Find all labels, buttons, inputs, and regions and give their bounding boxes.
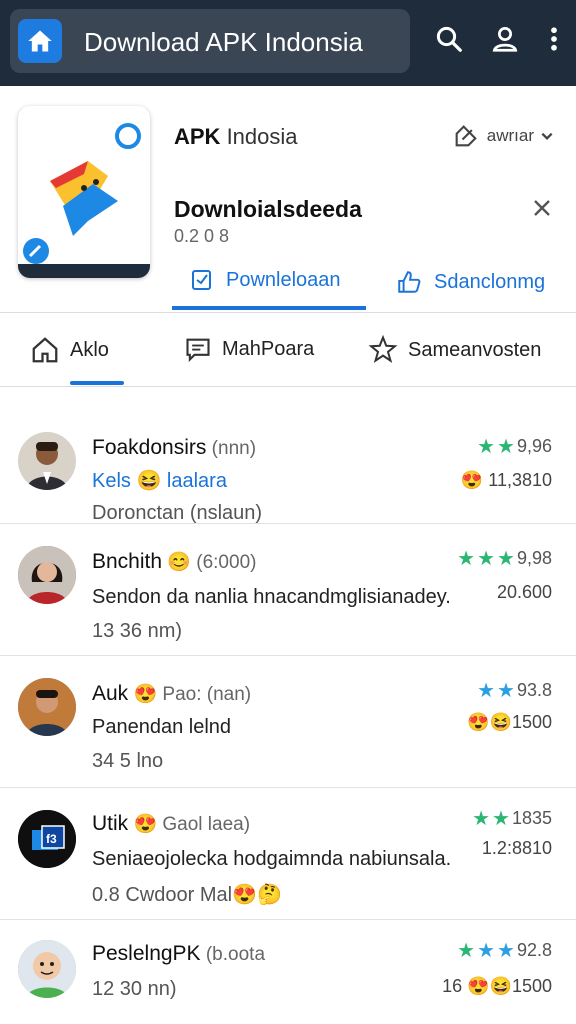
tab-standing[interactable]: Sdanclonmg xyxy=(396,254,545,310)
like-count: 😍😆1500 xyxy=(467,712,552,732)
more-vertical-icon[interactable] xyxy=(546,24,562,56)
tab-download-label: Pownleloaan xyxy=(226,268,341,291)
list-item[interactable]: PeslelngPK (b.oota 12 30 nn) ★ ★ ★ 92.8 16… xyxy=(0,920,576,1024)
star-icon: ★ xyxy=(497,548,515,570)
star-icon: ★ xyxy=(477,436,496,458)
tab-about-label: Aklo xyxy=(70,338,109,361)
star-icon: ★ xyxy=(472,808,491,830)
avatar[interactable] xyxy=(18,432,76,490)
avatar[interactable]: f3 xyxy=(18,810,76,868)
app-title: Download APK Indonsia xyxy=(84,27,363,57)
thumbs-up-icon xyxy=(398,271,421,293)
review-date: 34 5 lno xyxy=(92,750,164,772)
star-icon: ★ xyxy=(457,548,476,570)
review-date: 12 30 nn) xyxy=(92,978,177,1000)
rating-value: 9,96 xyxy=(516,436,552,456)
app-name: APK Indosia xyxy=(174,124,298,149)
checkbox-icon xyxy=(192,270,211,290)
app-card: APK Indosia awrıar Downloialsdeeda 0.2 0… xyxy=(0,86,576,312)
tab-main-page[interactable]: MahPoara xyxy=(184,335,314,363)
review-date: Doronctan (nslaun) xyxy=(92,502,263,524)
share-edit-icon xyxy=(455,125,477,147)
list-item[interactable]: Bnchith 😊 (6:000) Sendon da nanlia hnaca… xyxy=(0,524,576,656)
download-subtitle: 0.2 0 8 xyxy=(174,226,230,246)
home-button[interactable] xyxy=(18,19,62,63)
star-icon: ★ xyxy=(497,436,515,458)
like-count: 16 😍😆1500 xyxy=(442,976,552,996)
download-title: Downloialsdeeda xyxy=(174,196,362,222)
rating: ★ ★ ★ 9,98 xyxy=(457,546,552,571)
rating-value: 1835 xyxy=(511,808,552,828)
list-item[interactable]: f3 Utik 😍 Gaol laea) Seniaeojolecka hodg… xyxy=(0,788,576,920)
reviewer-name: PeslelngPK (b.oota xyxy=(92,942,266,965)
home-icon xyxy=(28,30,52,52)
star-chat-icon xyxy=(368,335,398,363)
star-icon: ★ xyxy=(477,940,496,962)
review-text: Panendan lelnd xyxy=(92,716,232,738)
star-icon: ★ xyxy=(457,940,476,962)
like-count: 1.2:8810 xyxy=(481,838,552,858)
reviewer-name: Utik 😍 Gaol laea) xyxy=(92,812,251,835)
close-icon[interactable] xyxy=(530,196,554,220)
tab-download[interactable]: Pownleloaan xyxy=(172,254,366,310)
rating: ★ ★ 9,96 xyxy=(477,434,552,459)
tab-main-page-label: MahPoara xyxy=(222,337,315,360)
tab-about[interactable]: Aklo xyxy=(30,335,124,385)
rating-value: 9,98 xyxy=(516,548,552,568)
star-icon: ★ xyxy=(497,940,515,962)
rating-value: 93.8 xyxy=(516,680,552,700)
tab-standing-label: Sdanclonmg xyxy=(434,270,546,293)
tab-reviews[interactable]: Sameanvosten xyxy=(368,335,541,365)
review-date: 13 36 nm) xyxy=(92,620,183,642)
message-icon xyxy=(186,338,210,363)
rating: ★ ★ ★ 92.8 xyxy=(457,938,552,963)
review-text: Sendon da nanlia hnacandmglisianadey. xyxy=(92,586,451,608)
review-text: Seniaeojolecka hodgaimnda nabiunsala. xyxy=(92,848,452,870)
like-count: 20.600 xyxy=(496,582,552,602)
home-outline-icon xyxy=(32,337,58,363)
section-tabs: Aklo MahPoara Sameanvosten xyxy=(0,313,576,387)
star-icon: ★ xyxy=(477,548,496,570)
review-text: Kels 😆 laalara xyxy=(92,470,227,492)
search-icon[interactable] xyxy=(434,24,464,56)
avatar[interactable] xyxy=(18,678,76,736)
star-icon: ★ xyxy=(492,808,510,830)
chevron-down-icon xyxy=(541,132,553,140)
list-item[interactable]: Auk 😍 Pao: (nan) Panendan lelnd 34 5 lno… xyxy=(0,656,576,788)
avatar[interactable] xyxy=(18,546,76,604)
reviewer-name: Auk 😍 Pao: (nan) xyxy=(92,682,252,705)
reviewer-name: Foakdonsirs (nnn) xyxy=(92,436,257,459)
tab-reviews-label: Sameanvosten xyxy=(408,338,542,361)
like-count: 😍 11,3810 xyxy=(460,470,552,490)
title-pill[interactable]: Download APK Indonsia xyxy=(10,9,410,73)
avatar[interactable] xyxy=(18,940,76,998)
rating: ★ ★ 1835 xyxy=(472,806,552,831)
svg-text:f3: f3 xyxy=(46,832,57,846)
share-button[interactable]: awrıar xyxy=(451,122,554,150)
rating-value: 92.8 xyxy=(516,940,552,960)
app-icon-image[interactable] xyxy=(18,106,150,278)
star-icon: ★ xyxy=(497,680,515,702)
rating: ★ ★ 93.8 xyxy=(477,678,552,703)
top-app-bar: Download APK Indonsia xyxy=(0,0,576,86)
user-icon[interactable] xyxy=(490,24,520,56)
active-tab-indicator xyxy=(70,381,124,385)
share-label: awrıar xyxy=(486,126,534,145)
star-icon: ★ xyxy=(477,680,496,702)
reviewer-name: Bnchith 😊 (6:000) xyxy=(92,550,257,573)
list-item[interactable]: Foakdonsirs (nnn) Kels 😆 laalara Doronct… xyxy=(0,390,576,524)
review-date: 0.8 Cwdoor Mal😍🤔 xyxy=(92,884,282,906)
